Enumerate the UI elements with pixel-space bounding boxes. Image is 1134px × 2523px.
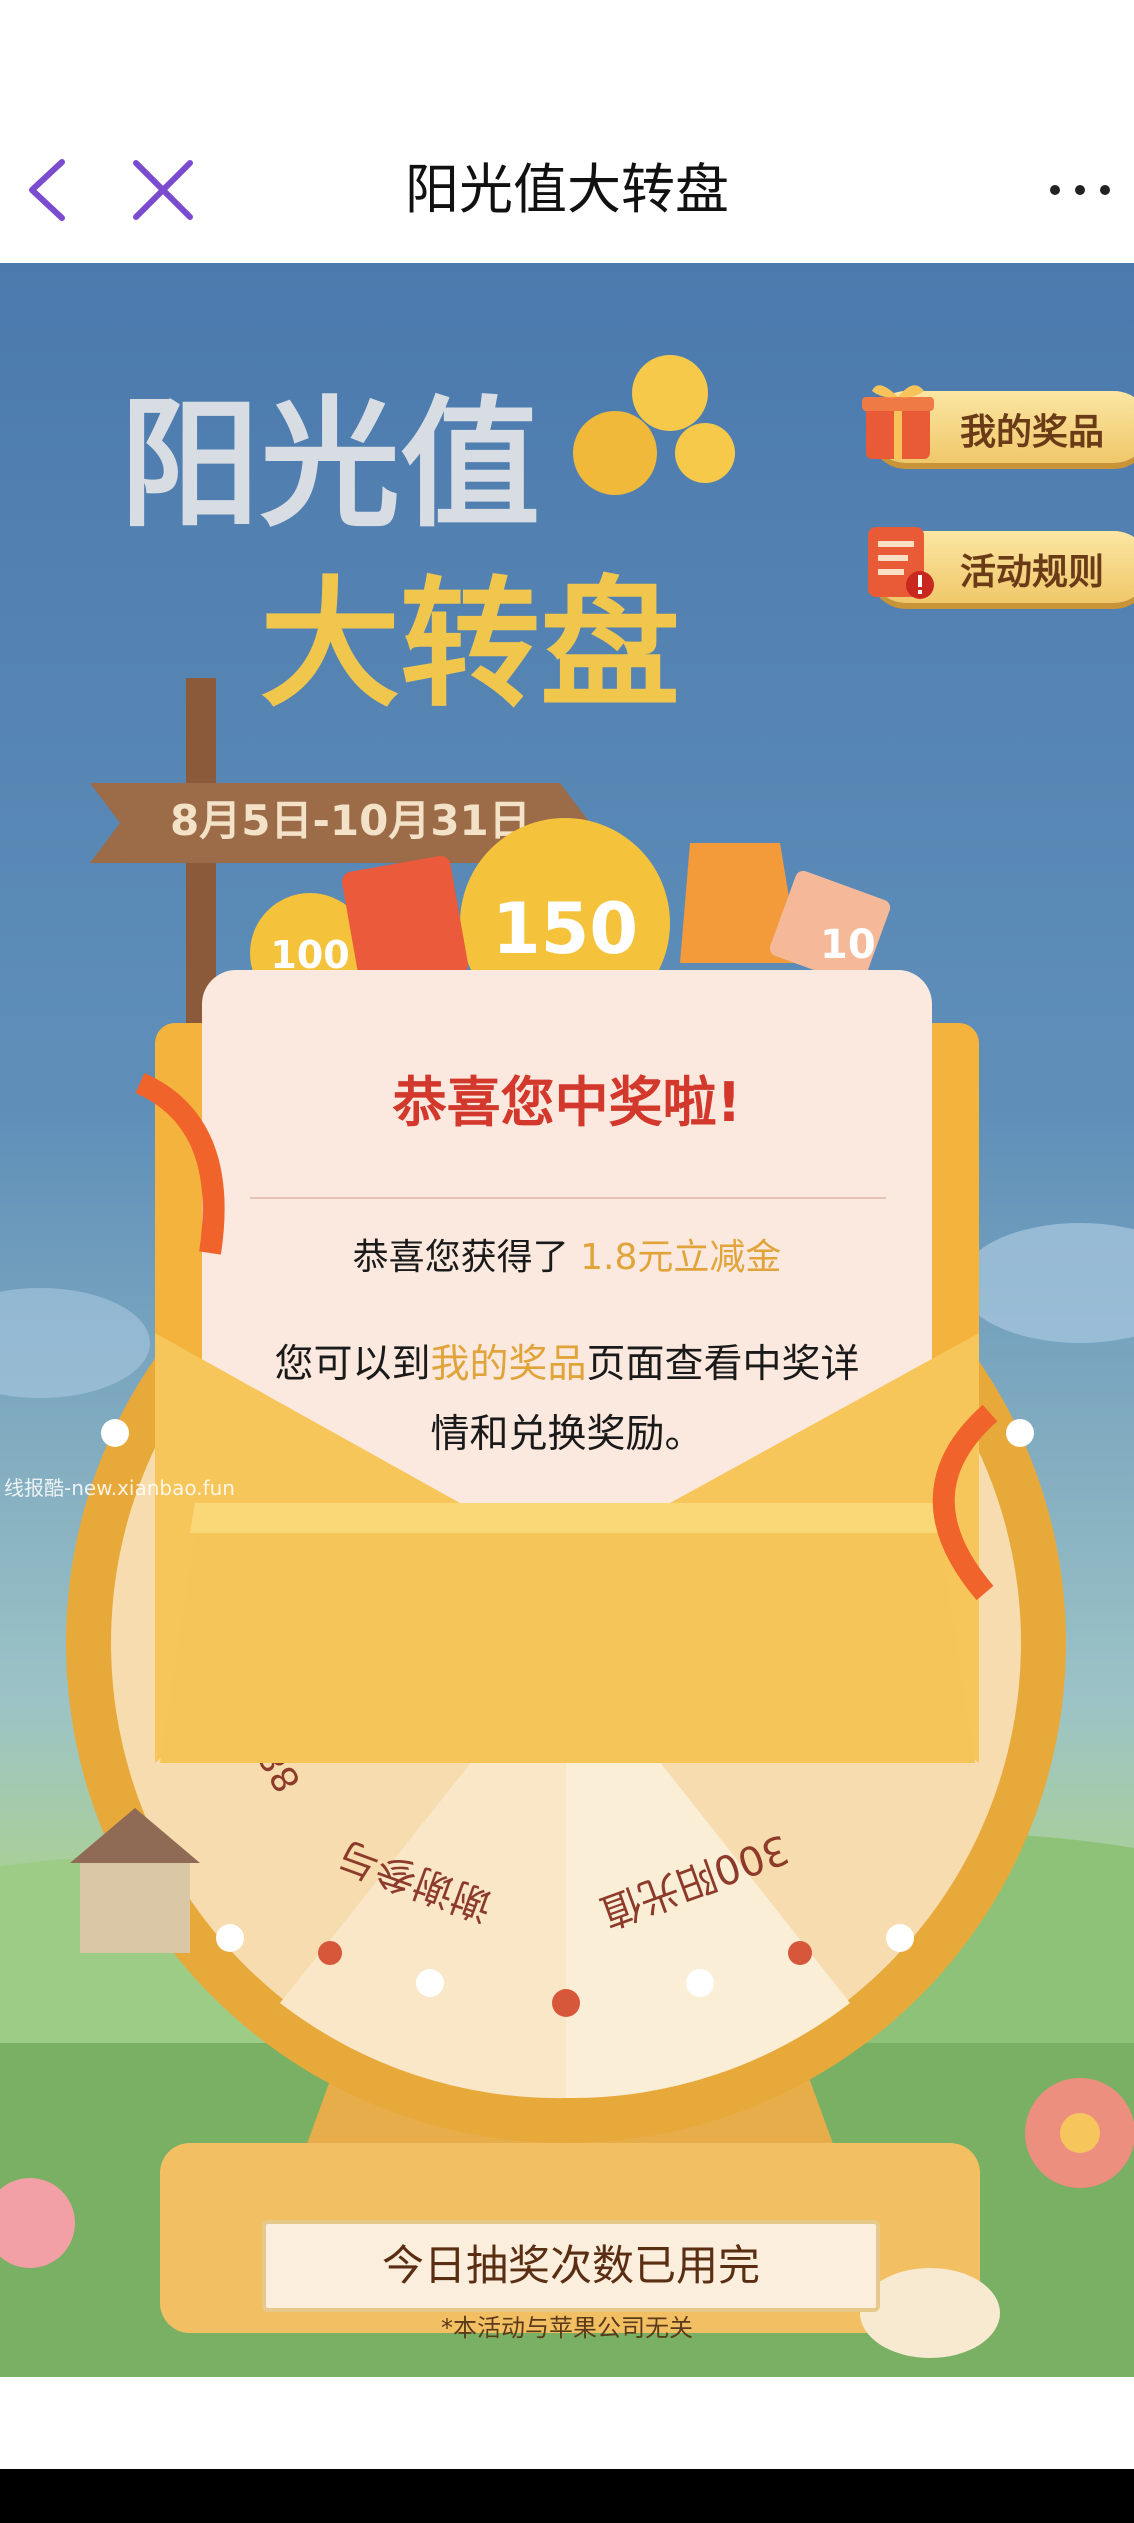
footer-area: [0, 2377, 1134, 2469]
popup-msg2-c: 情和兑换奖励。: [430, 1412, 704, 1457]
popup-instruction: 您可以到我的奖品页面查看中奖详 情和兑换奖励。: [0, 1330, 1134, 1470]
gift-box-icon: [862, 385, 934, 459]
activity-rules-button[interactable]: 活动规则: [850, 513, 1134, 613]
popup-msg-prefix: 恭喜您获得了: [352, 1237, 581, 1278]
rules-clipboard-icon: [868, 527, 934, 599]
watermark: 线报酷-new.xianbao.fun: [4, 1476, 235, 1500]
popup-prize-value: 1.8元立减金: [580, 1237, 782, 1278]
my-prizes-button[interactable]: 我的奖品: [850, 373, 1134, 473]
draw-limit-button[interactable]: 今日抽奖次数已用完: [262, 2220, 880, 2312]
bottom-bar: [0, 2469, 1134, 2523]
popup-prize-message: 恭喜您获得了 1.8元立减金: [0, 1228, 1134, 1280]
popup-divider: [250, 1197, 886, 1199]
popup-msg2-a: 您可以到: [274, 1342, 431, 1387]
banner-title-line1: 阳光值: [120, 384, 540, 547]
more-horizontal-icon[interactable]: [1040, 155, 1120, 225]
disclaimer-text: *本活动与苹果公司无关: [441, 2314, 693, 2342]
popup-title: 恭喜您中奖啦!: [392, 1071, 742, 1134]
coin-150: 150: [492, 888, 638, 970]
banner-date: 8月5日-10月31日: [170, 796, 531, 845]
activity-stage: 阳光值 大转盘 8月5日-10月31日 150 100 10 谢谢参与 300阳…: [0, 263, 1134, 2377]
popup-msg2-b: 页面查看中奖详: [586, 1342, 860, 1387]
banner-title-line2: 大转盘: [260, 564, 680, 727]
ticket-10: 10: [820, 922, 876, 968]
page-title: 阳光值大转盘: [405, 158, 729, 221]
top-nav-bar: 阳光值大转盘: [0, 0, 1134, 263]
activity-rules-label: 活动规则: [960, 552, 1105, 593]
my-prizes-label: 我的奖品: [960, 412, 1105, 453]
popup-my-prizes-link[interactable]: 我的奖品: [430, 1342, 586, 1387]
